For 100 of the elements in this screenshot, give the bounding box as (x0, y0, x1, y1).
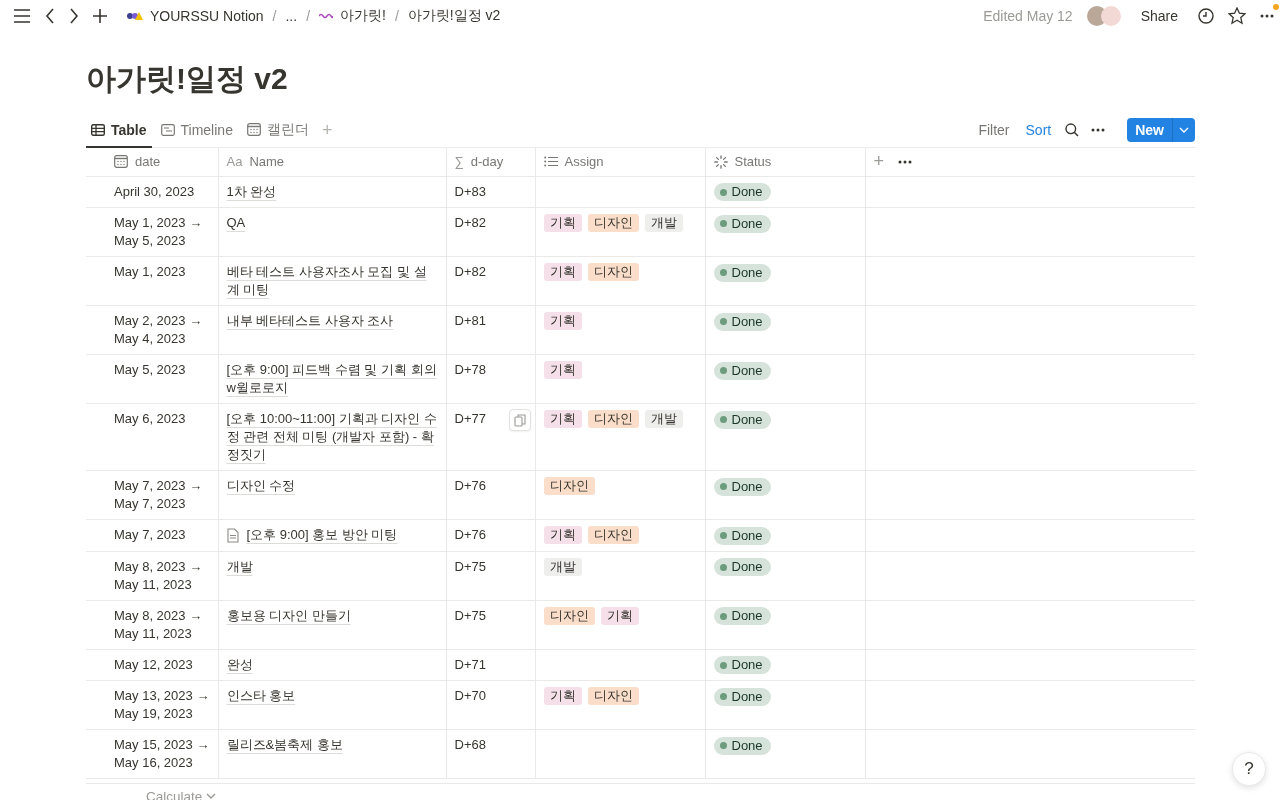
back-icon[interactable] (45, 8, 55, 24)
dday-cell: D+68 (454, 737, 486, 752)
column-label: date (135, 154, 161, 170)
view-tab[interactable]: Timeline (155, 113, 238, 148)
column-label: Status (734, 154, 772, 170)
breadcrumb-link[interactable]: 아가릿! (317, 7, 388, 25)
avatar (1100, 6, 1121, 26)
star-icon[interactable] (1228, 7, 1246, 25)
status-icon (713, 154, 728, 169)
row-title-link[interactable]: 완성 (226, 655, 253, 674)
status-pill: Done (713, 410, 771, 429)
dday-cell: D+71 (454, 656, 486, 672)
sigma-icon: ∑ (454, 154, 464, 170)
assign-tag: 디자인 (587, 410, 639, 428)
view-tab[interactable]: 캘린더 (241, 113, 314, 148)
assign-tag: 디자인 (587, 214, 639, 232)
dday-cell: D+75 (454, 558, 486, 574)
dday-cell: D+76 (454, 478, 486, 493)
dday-cell: D+70 (454, 688, 486, 703)
assign-tag: 개발 (644, 410, 683, 428)
date-cell: May 7, 2023 (114, 527, 186, 542)
row-title-link[interactable]: 내부 베타테스트 사용자 조사 (226, 312, 394, 330)
status-pill: Done (713, 263, 771, 282)
date-cell: May 6, 2023 (114, 411, 186, 426)
more-icon[interactable] (1091, 128, 1106, 132)
calendar-icon (114, 155, 128, 169)
date-cell: May 8, 2023 → May 11, 2023 (114, 607, 203, 641)
view-tab[interactable]: Table (86, 113, 152, 148)
breadcrumb-link[interactable]: ... (283, 8, 300, 24)
edited-label: Edited May 12 (983, 8, 1073, 24)
row-title-link[interactable]: [오후 9:00] 피드백 수렴 및 기획 회의 w윌로로지 (226, 361, 438, 397)
dday-cell: D+75 (454, 607, 486, 623)
search-icon[interactable] (1065, 123, 1080, 137)
text-type-icon: Aa (226, 154, 243, 170)
assign-tag: 디자인 (543, 606, 595, 625)
assign-tag: 기획 (543, 361, 582, 379)
more-icon[interactable] (898, 159, 912, 164)
breadcrumb-separator: / (272, 8, 277, 24)
column-label: Assign (564, 154, 604, 170)
date-cell: May 8, 2023 → May 11, 2023 (114, 558, 203, 592)
assign-tag: 기획 (543, 687, 582, 705)
table-icon (91, 123, 105, 136)
page-emoji-icon (319, 13, 334, 19)
plus-icon[interactable] (93, 9, 107, 23)
filter-button[interactable]: Filter (976, 120, 1012, 140)
row-title-link[interactable]: 1차 완성 (226, 182, 277, 201)
date-cell: May 1, 2023 (114, 264, 186, 279)
forward-icon[interactable] (69, 8, 79, 24)
menu-icon[interactable] (13, 9, 31, 23)
copy-icon (513, 413, 526, 427)
row-title-link[interactable]: 개발 (226, 557, 253, 576)
help-button[interactable]: ? (1232, 752, 1266, 786)
share-button[interactable]: Share (1134, 8, 1184, 24)
dday-cell: D+78 (454, 362, 486, 377)
date-cell: May 15, 2023 → May 16, 2023 (114, 737, 210, 770)
page-title: 아가릿!일정 v2 (86, 61, 288, 97)
status-pill: Done (713, 736, 771, 755)
new-button[interactable]: New (1127, 118, 1195, 142)
row-title-link[interactable]: [오후 9:00] 홍보 방안 미팅 (246, 526, 398, 544)
dday-cell: D+82 (454, 215, 486, 230)
clock-icon[interactable] (1198, 8, 1214, 24)
row-title-link[interactable]: 인스타 홍보 (226, 687, 296, 705)
row-title-link[interactable]: 릴리즈&봄축제 홍보 (226, 736, 343, 754)
breadcrumb-separator: / (394, 8, 399, 24)
workspace-logo-icon (127, 11, 143, 21)
date-cell: May 2, 2023 → May 4, 2023 (114, 313, 203, 346)
assign-tag: 기획 (600, 606, 639, 625)
sort-button[interactable]: Sort (1023, 120, 1054, 140)
more-icon[interactable] (1260, 14, 1274, 18)
assign-tag: 기획 (543, 312, 582, 330)
assign-tag: 디자인 (543, 477, 595, 495)
row-title-link[interactable]: 디자인 수정 (226, 477, 296, 495)
breadcrumb-link[interactable]: 아가릿!일정 v2 (405, 7, 503, 25)
status-pill: Done (713, 477, 771, 496)
breadcrumb-link[interactable]: YOURSSU Notion (125, 8, 266, 24)
date-cell: May 12, 2023 (114, 656, 193, 672)
list-icon (543, 156, 558, 168)
status-pill: Done (713, 558, 771, 576)
row-title-link[interactable]: 홍보용 디자인 만들기 (226, 606, 351, 625)
row-title-link[interactable]: QA (226, 214, 246, 232)
assign-tag: 기획 (543, 526, 582, 544)
dday-cell: D+83 (454, 183, 486, 199)
assign-tag: 기획 (543, 410, 582, 428)
status-pill: Done (713, 214, 771, 233)
date-cell: May 1, 2023 → May 5, 2023 (114, 215, 203, 248)
caret-icon (1179, 127, 1189, 133)
column-label: Name (249, 154, 285, 170)
status-pill: Done (713, 526, 771, 545)
date-cell: April 30, 2023 (114, 183, 195, 199)
timeline-icon (160, 123, 175, 136)
date-cell: May 13, 2023 → May 19, 2023 (114, 688, 210, 721)
row-title-link[interactable]: [오후 10:00~11:00] 기획과 디자인 수정 관련 전체 미팅 (개발자 포함) - 확정짓기 (226, 410, 438, 464)
assign-tag: 디자인 (587, 263, 639, 281)
assign-tag: 디자인 (587, 687, 639, 705)
status-pill: Done (713, 687, 771, 706)
breadcrumb-separator: / (306, 8, 311, 24)
assign-tag: 개발 (543, 557, 582, 576)
column-label: d-day (470, 154, 504, 170)
assign-tag: 기획 (543, 214, 582, 232)
row-title-link[interactable]: 베타 테스트 사용자조사 모집 및 설계 미팅 (226, 263, 438, 299)
